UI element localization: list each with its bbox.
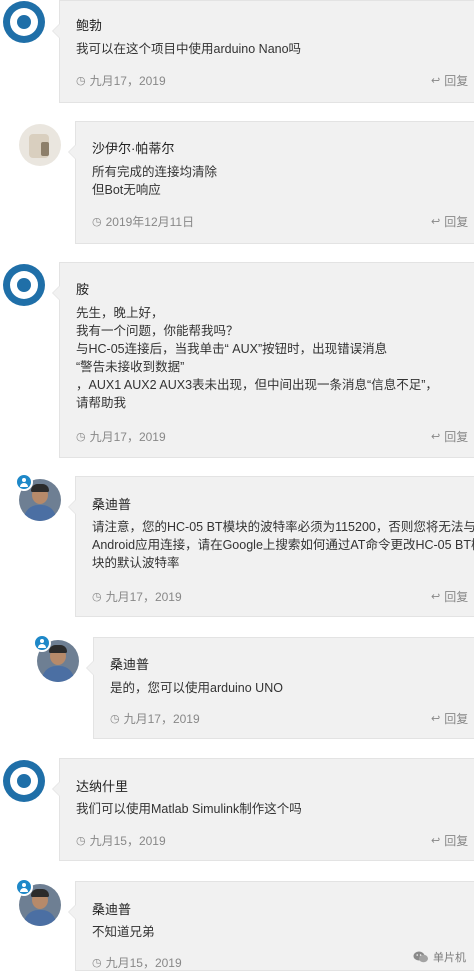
comment-date[interactable]: ◷ 九月15，2019 [76, 832, 166, 849]
comment-date[interactable]: ◷ 九月17，2019 [92, 588, 182, 605]
photo-avatar [19, 124, 61, 166]
reply-button[interactable]: ↩ 回复 [431, 710, 468, 727]
clock-icon: ◷ [76, 835, 86, 847]
avatar-hair [31, 484, 49, 492]
clock-icon: ◷ [92, 957, 102, 969]
avatar-hair [49, 645, 67, 653]
reply-icon: ↩ [431, 75, 441, 87]
comment-text: 不知道兄弟 [92, 925, 155, 939]
reply-button[interactable]: ↩ 回复 [431, 588, 468, 605]
reply-icon: ↩ [431, 591, 441, 603]
comment-date[interactable]: ◷ 九月17，2019 [76, 72, 166, 89]
reply-button[interactable]: ↩ 回复 [431, 72, 468, 89]
comment-author: 沙伊尔·帕蒂尔 [92, 141, 175, 156]
clock-icon: ◷ [110, 713, 120, 725]
comment-date[interactable]: ◷ 九月17，2019 [76, 428, 166, 445]
author-badge-icon [33, 634, 51, 652]
avatar-shirt [24, 505, 56, 521]
comment-author: 桑迪普 [92, 902, 132, 917]
clock-icon: ◷ [76, 431, 86, 443]
reply-button[interactable]: ↩ 回复 [431, 428, 468, 445]
comment-text: 先生，晚上好， 我有一个问题，你能帮我吗？ 与HC-05连接后，当我单击“ AU… [76, 306, 438, 410]
comment-date[interactable]: ◷ 九月17，2019 [110, 710, 200, 727]
comment-text: 请注意，您的HC-05 BT模块的波特率必须为115200，否则您将无法与 An… [92, 520, 474, 570]
comment-date[interactable]: ◷ 九月15，2019 [92, 954, 182, 971]
avatar-hair [31, 889, 49, 897]
wechat-icon [413, 951, 428, 963]
author-badge-icon [15, 878, 33, 896]
clock-icon: ◷ [92, 591, 102, 603]
comment-text: 是的，您可以使用arduino UNO [110, 681, 283, 695]
comment-date[interactable]: ◷ 2019年12月11日 [92, 213, 194, 230]
comment-text: 所有完成的连接均清除 但Bot无响应 [92, 165, 218, 197]
reply-icon: ↩ [431, 431, 441, 443]
comment-text: 我可以在这个项目中使用arduino Nano吗 [76, 42, 302, 56]
watermark: 单片机 [413, 949, 466, 965]
reply-icon: ↩ [431, 713, 441, 725]
comment-text: 我们可以使用Matlab Simulink制作这个吗 [76, 802, 302, 816]
reply-button[interactable]: ↩ 回复 [431, 213, 468, 230]
reply-icon: ↩ [431, 216, 441, 228]
wordpress-avatar [3, 264, 45, 306]
comment-author: 桑迪普 [92, 497, 132, 512]
clock-icon: ◷ [92, 216, 102, 228]
author-badge-icon [15, 473, 33, 491]
comment-author: 桑迪普 [110, 657, 150, 672]
comment-author: 达纳什里 [76, 779, 129, 794]
comment-author: 鲍勃 [76, 18, 103, 33]
comment-author: 胺 [76, 282, 90, 297]
avatar-shirt [42, 666, 74, 682]
clock-icon: ◷ [76, 75, 86, 87]
wordpress-avatar [3, 1, 45, 43]
avatar-shirt [24, 910, 56, 926]
avatar-figure-detail [41, 142, 49, 156]
reply-icon: ↩ [431, 835, 441, 847]
reply-button[interactable]: ↩ 回复 [431, 832, 468, 849]
wordpress-avatar [3, 760, 45, 802]
